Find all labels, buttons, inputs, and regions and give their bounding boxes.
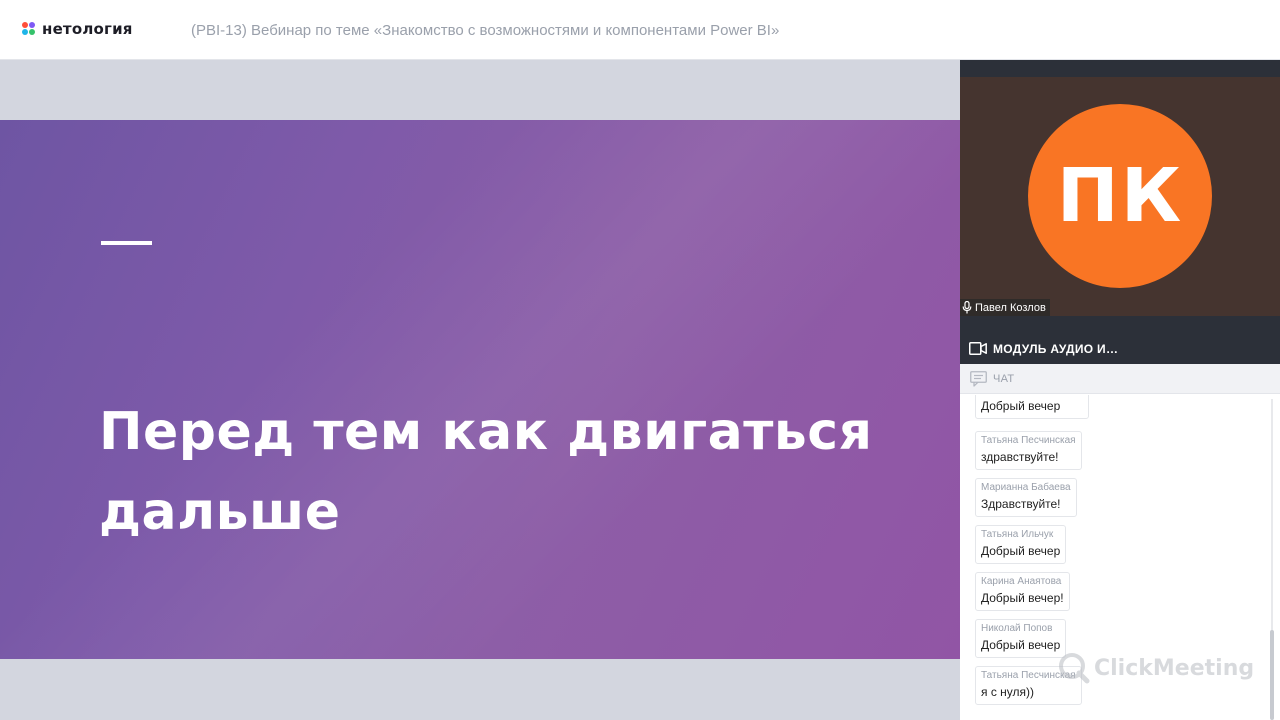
webinar-app: нетология (PBI-13) Вебинар по теме «Знак… xyxy=(0,0,1280,720)
chat-message-text: Здравствуйте! xyxy=(981,497,1061,511)
video-top-bar xyxy=(960,60,1280,77)
presentation-stage: Перед тем как двигаться дальше xyxy=(0,60,960,720)
chat-scrollbar-thumb[interactable] xyxy=(1270,630,1274,720)
microphone-icon xyxy=(962,301,972,314)
webinar-title: (PBI-13) Вебинар по теме «Знакомство с в… xyxy=(191,22,780,39)
slide-background-shine xyxy=(0,120,960,659)
slide-heading-line-1: Перед тем как двигаться xyxy=(99,402,873,462)
presenter-name-tag: Павел Козлов xyxy=(960,299,1050,316)
chat-message-text: здравствуйте! xyxy=(981,450,1059,464)
right-panel: ПК Павел Козлов МОДУЛЬ АУДИО И… ЧАТ Добр… xyxy=(960,60,1280,720)
slide-heading-line-2: дальше xyxy=(99,482,341,542)
chat-header[interactable]: ЧАТ xyxy=(960,364,1280,394)
watermark-text: ClickMeeting xyxy=(1094,655,1255,681)
slide: Перед тем как двигаться дальше xyxy=(0,120,960,659)
chat-bubble-icon xyxy=(970,370,987,387)
header-bar: нетология (PBI-13) Вебинар по теме «Знак… xyxy=(0,0,1280,60)
chat-message-author: Карина Анаятова xyxy=(981,576,1062,587)
chat-message: Татьяна Ильчук Добрый вечер xyxy=(975,525,1067,564)
chat-message-text: Добрый вечер xyxy=(981,399,1061,413)
chat-message-text: Добрый вечер xyxy=(981,544,1061,558)
chat-message-text: я с нуля)) xyxy=(981,685,1035,699)
netology-logo[interactable]: нетология xyxy=(22,20,133,38)
chat-message: Карина Анаятова Добрый вечер! xyxy=(975,572,1070,611)
slide-heading: Перед тем как двигаться дальше xyxy=(99,392,919,552)
chat-message: Добрый вечер xyxy=(975,395,1089,419)
clickmeeting-logo-icon xyxy=(1059,653,1090,684)
presenter-video[interactable]: ПК Павел Козлов xyxy=(960,77,1280,316)
chat-message-author: Николай Попов xyxy=(981,623,1053,634)
logo-text: нетология xyxy=(42,20,133,38)
chat-label: ЧАТ xyxy=(993,372,1015,385)
chat-message-text: Добрый вечер xyxy=(981,638,1061,652)
avatar-initials: ПК xyxy=(1056,153,1184,239)
chat-message-author: Марианна Бабаева xyxy=(981,482,1071,493)
presenter-name: Павел Козлов xyxy=(975,301,1046,314)
clickmeeting-watermark: ClickMeeting xyxy=(1058,652,1254,684)
slide-dash-decoration xyxy=(101,241,152,245)
logo-dots-icon xyxy=(22,22,36,36)
chat-message: Николай Попов Добрый вечер xyxy=(975,619,1067,658)
chat-message-text: Добрый вечер! xyxy=(981,591,1064,605)
video-camera-icon xyxy=(969,342,987,355)
chat-message-author: Татьяна Ильчук xyxy=(981,529,1054,540)
chat-message: Марианна Бабаева Здравствуйте! xyxy=(975,478,1077,517)
module-label: МОДУЛЬ АУДИО И… xyxy=(993,341,1119,356)
presenter-avatar: ПК xyxy=(1028,104,1212,288)
chat-message-author: Татьяна Песчинская xyxy=(981,435,1076,446)
module-audio-video-header[interactable]: МОДУЛЬ АУДИО И… xyxy=(960,333,1280,364)
chat-message: Татьяна Песчинская здравствуйте! xyxy=(975,431,1082,470)
